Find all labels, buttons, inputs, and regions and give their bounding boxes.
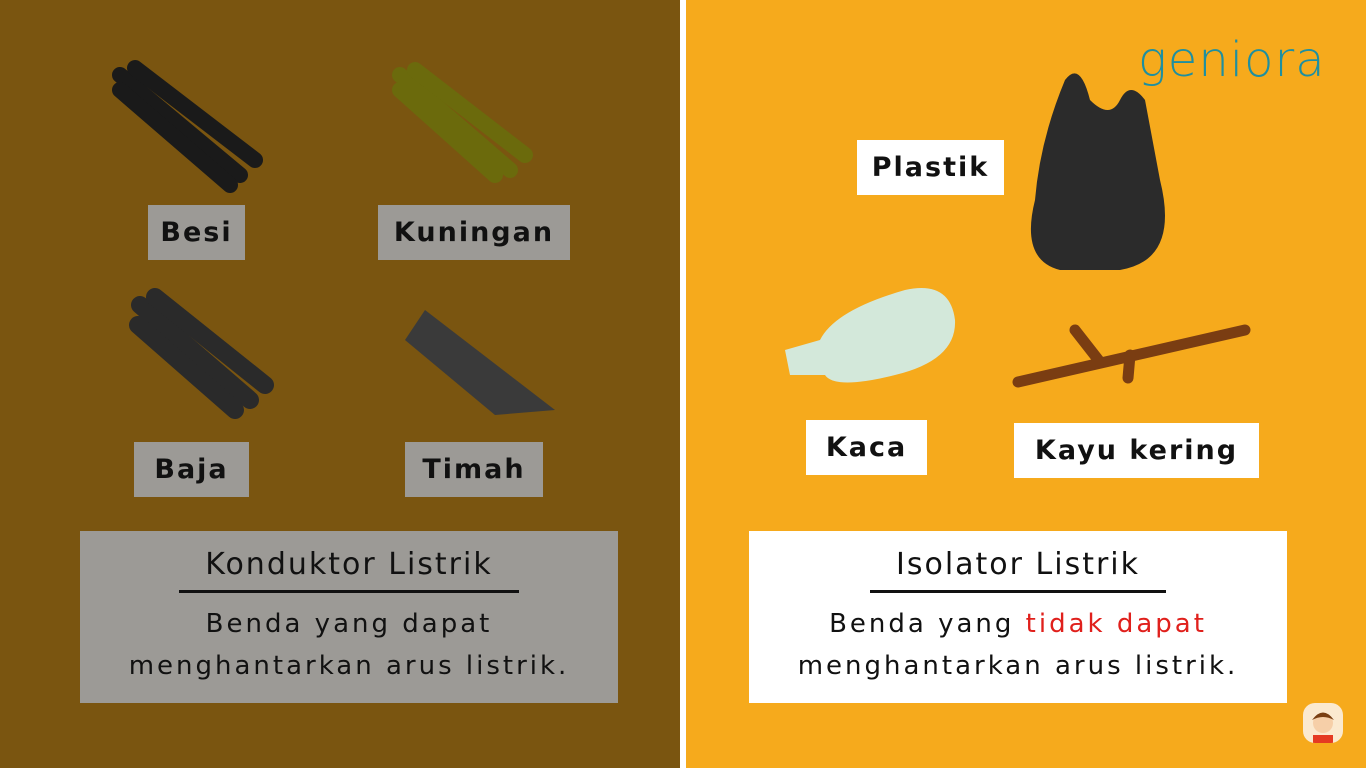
label-baja: Baja — [134, 442, 249, 497]
conductor-desc-line2: menghantarkan arus listrik. — [128, 651, 570, 681]
conductor-definition-box: Konduktor Listrik Benda yang dapat mengha… — [80, 531, 618, 703]
insulator-title: Isolator Listrik — [869, 547, 1167, 593]
label-kaca: Kaca — [806, 420, 927, 475]
label-timah: Timah — [405, 442, 543, 497]
conductor-title: Konduktor Listrik — [179, 547, 519, 593]
insulator-definition-box: Isolator Listrik Benda yang tidak dapat m… — [749, 531, 1287, 703]
geniora-logo: geniora — [1138, 32, 1326, 88]
insulator-desc-pre: Benda yang — [829, 609, 1026, 639]
steel-rods-image — [129, 288, 274, 419]
dry-wood-image — [1012, 324, 1251, 388]
glass-bottle-image — [785, 288, 956, 383]
label-kuningan: Kuningan — [378, 205, 570, 260]
brass-rods-image — [392, 62, 533, 183]
insulator-desc-highlight: tidak dapat — [1025, 609, 1207, 639]
tin-bar-image — [405, 310, 555, 415]
plastic-bag-image — [1030, 73, 1165, 270]
conductor-panel: Besi Kuningan Baja Timah Konduktor Listr… — [0, 0, 680, 768]
label-besi: Besi — [148, 205, 245, 260]
insulator-desc-line2: menghantarkan arus listrik. — [797, 651, 1239, 681]
conductor-desc-line1: Benda yang dapat — [205, 609, 493, 639]
label-kayu-kering: Kayu kering — [1014, 423, 1259, 478]
channel-avatar-icon[interactable] — [1303, 703, 1343, 743]
label-plastik: Plastik — [857, 140, 1004, 195]
iron-rods-image — [112, 60, 263, 193]
